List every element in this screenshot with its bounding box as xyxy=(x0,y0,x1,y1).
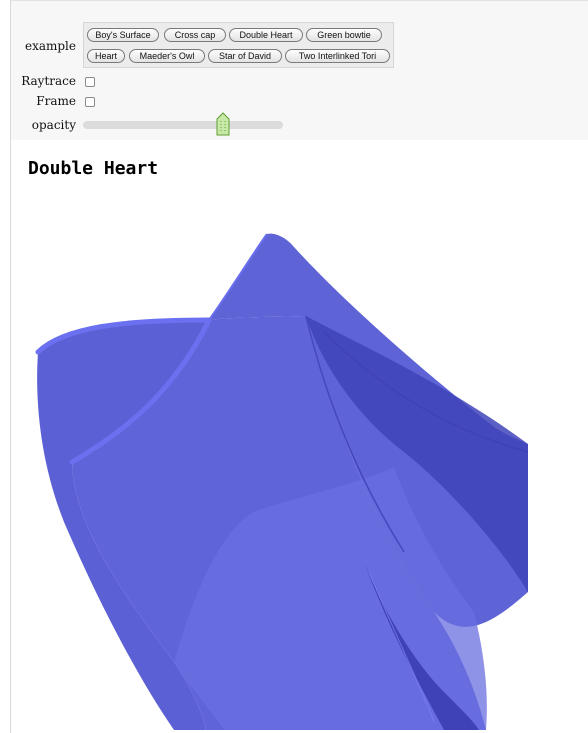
example-label: example xyxy=(24,39,76,53)
raytrace-checkbox[interactable] xyxy=(85,77,95,87)
frame-checkbox[interactable] xyxy=(85,97,95,107)
raytrace-label: Raytrace xyxy=(21,74,76,88)
frame-label: Frame xyxy=(36,94,76,108)
opacity-slider-track[interactable] xyxy=(83,121,283,129)
example-button-star-of-david[interactable]: Star of David xyxy=(208,49,282,63)
example-button-two-interlinked-tori[interactable]: Two Interlinked Tori xyxy=(285,49,390,63)
opacity-slider-thumb[interactable] xyxy=(216,112,230,136)
example-button-maeders-owl[interactable]: Maeder's Owl xyxy=(129,49,205,63)
example-button-boys-surface[interactable]: Boy's Surface xyxy=(87,28,159,42)
opacity-label: opacity xyxy=(31,118,76,132)
example-button-cross-cap[interactable]: Cross cap xyxy=(164,28,226,42)
example-button-double-heart[interactable]: Double Heart xyxy=(229,28,303,42)
example-button-green-bowtie[interactable]: Green bowtie xyxy=(306,28,382,42)
example-button-group: Boy's Surface Cross cap Double Heart Gre… xyxy=(83,22,394,68)
plot-title: Double Heart xyxy=(28,158,159,179)
double-heart-surface-3d[interactable] xyxy=(24,192,554,730)
page: example Boy's Surface Cross cap Double H… xyxy=(0,0,588,733)
example-button-heart[interactable]: Heart xyxy=(87,49,125,63)
